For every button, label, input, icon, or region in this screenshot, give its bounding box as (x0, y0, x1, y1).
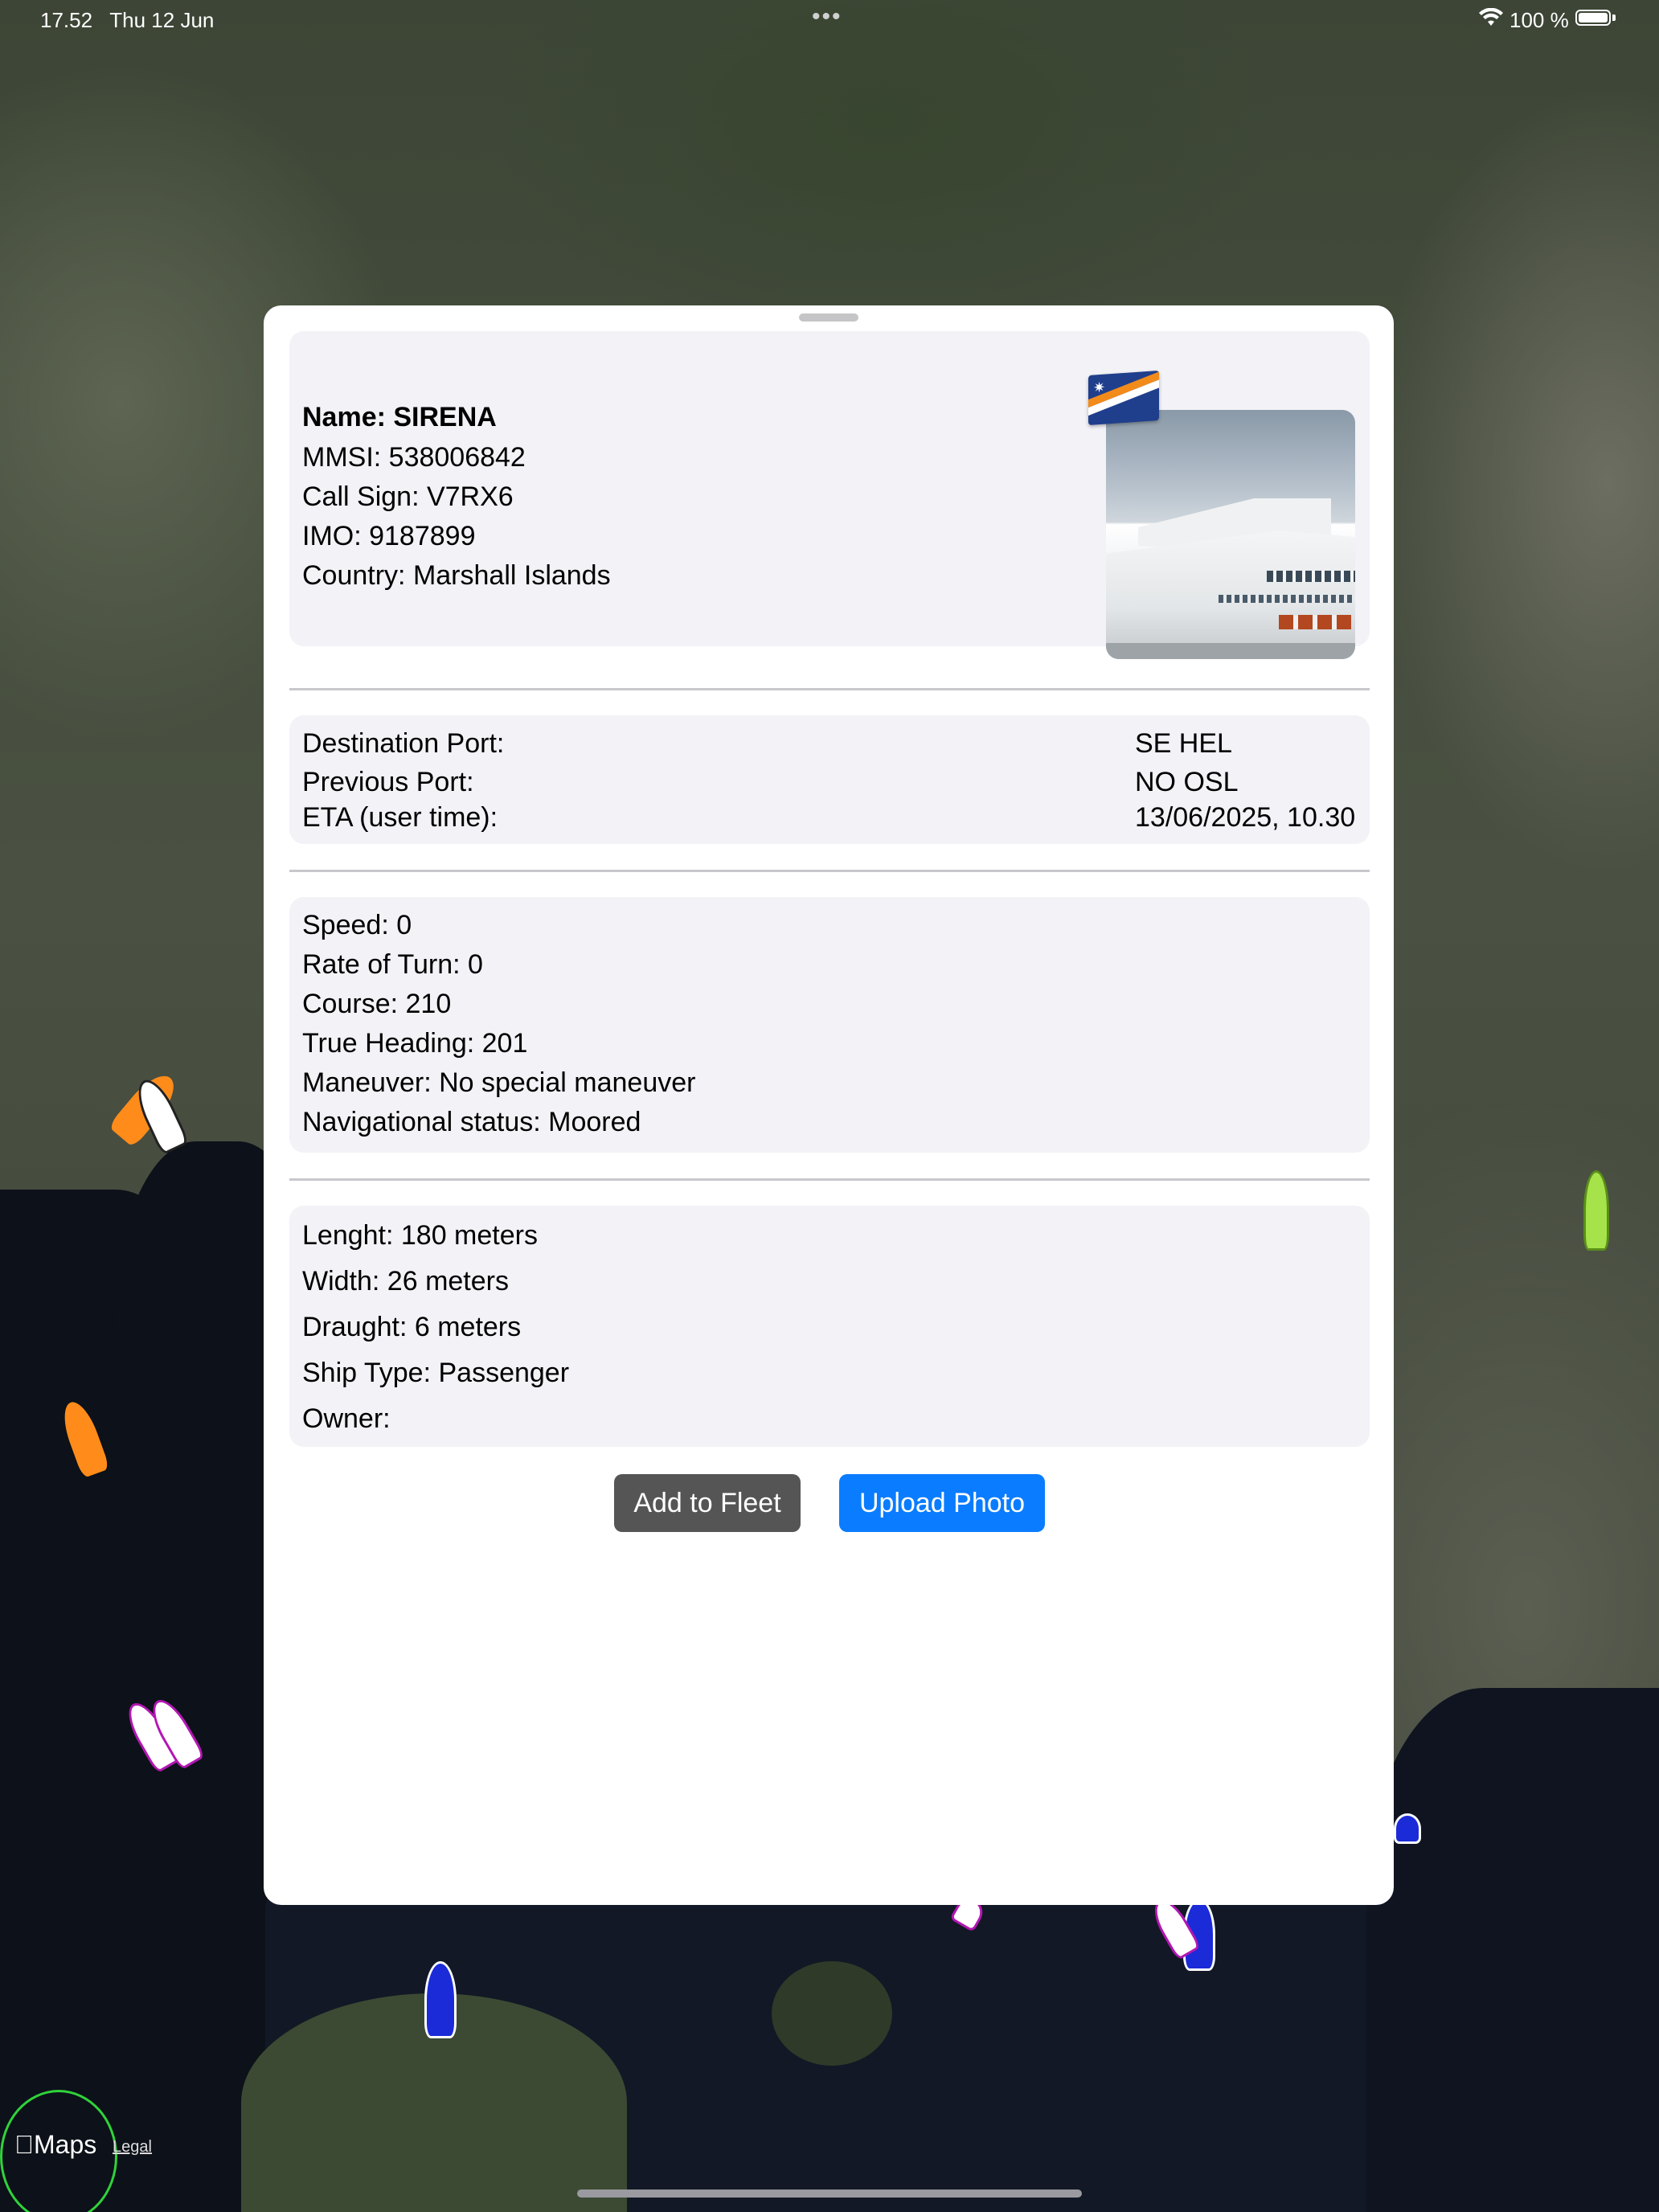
course: Course: 210 (302, 989, 452, 1019)
vessel-photo-container: ✷ (1088, 370, 1355, 659)
destination-value: SE HEL (1135, 728, 1232, 759)
length: Lenght: 180 meters (302, 1220, 538, 1251)
home-indicator[interactable] (577, 2189, 1082, 2198)
clock-date: Thu 12 Jun (109, 8, 215, 32)
eta-value: 13/06/2025, 10.30 (1135, 802, 1356, 833)
navigational-status: Navigational status: Moored (302, 1107, 641, 1137)
island (772, 1961, 892, 2066)
vessel-call-sign: Call Sign: V7RX6 (302, 481, 514, 512)
wifi-icon (1479, 8, 1503, 26)
destination-label: Destination Port: (302, 728, 505, 759)
navigation-card: Speed: 0 Rate of Turn: 0 Course: 210 Tru… (289, 897, 1370, 1153)
vessel-identity-card: Name: SIRENA MMSI: 538006842 Call Sign: … (289, 331, 1370, 659)
vessel-detail-sheet: Name: SIRENA MMSI: 538006842 Call Sign: … (264, 305, 1394, 1905)
ship-windows (1267, 571, 1355, 582)
ship-type: Ship Type: Passenger (302, 1358, 570, 1388)
status-bar: 17.52 Thu 12 Jun ••• 100 % (0, 0, 1659, 39)
section-divider (289, 1178, 1370, 1181)
vessel-mmsi: MMSI: 538006842 (302, 442, 526, 473)
add-to-fleet-button[interactable]: Add to Fleet (614, 1474, 801, 1532)
previous-port-value: NO OSL (1135, 767, 1239, 797)
previous-port-label: Previous Port: (302, 767, 474, 797)
dimensions-card: Lenght: 180 meters Width: 26 meters Drau… (289, 1206, 1370, 1447)
dock (1106, 643, 1355, 659)
maps-logo-text: Maps (14, 2130, 96, 2159)
ship-windows (1219, 595, 1355, 603)
fjord-water (1366, 1688, 1659, 2212)
battery-percent: 100 % (1509, 8, 1569, 32)
voyage-card: Destination Port: SE HEL Previous Port: … (289, 715, 1370, 844)
apple-maps-logo: Maps (14, 2130, 96, 2160)
multitasking-dots-icon[interactable]: ••• (812, 3, 842, 31)
vessel-marker[interactable] (1394, 1813, 1421, 1844)
section-divider (289, 688, 1370, 690)
maneuver: Maneuver: No special maneuver (302, 1067, 696, 1098)
battery-icon (1575, 10, 1611, 26)
rate-of-turn: Rate of Turn: 0 (302, 949, 483, 980)
section-divider (289, 870, 1370, 872)
status-time: 17.52 Thu 12 Jun (40, 8, 214, 33)
vessel-marker[interactable] (424, 1961, 457, 2038)
battery-tip (1612, 14, 1616, 21)
owner: Owner: (302, 1403, 391, 1434)
vessel-name: Name: SIRENA (302, 402, 497, 432)
vessel-marker[interactable] (1583, 1170, 1609, 1251)
ship-lifeboats (1279, 615, 1351, 629)
vessel-imo: IMO: 9187899 (302, 521, 476, 551)
true-heading: True Heading: 201 (302, 1028, 528, 1059)
clock-time: 17.52 (40, 8, 93, 32)
upload-photo-button[interactable]: Upload Photo (839, 1474, 1045, 1532)
eta-label: ETA (user time): (302, 802, 498, 833)
flag-star-icon: ✷ (1093, 379, 1106, 396)
vessel-photo[interactable] (1106, 410, 1355, 659)
width: Width: 26 meters (302, 1266, 509, 1296)
battery-fill (1579, 13, 1608, 23)
speed: Speed: 0 (302, 910, 412, 940)
vessel-country: Country: Marshall Islands (302, 560, 611, 591)
draught: Draught: 6 meters (302, 1312, 522, 1342)
marshall-islands-flag-icon: ✷ (1088, 370, 1159, 426)
legal-link[interactable]: Legal (113, 2138, 152, 2157)
sheet-grabber[interactable] (799, 313, 858, 322)
